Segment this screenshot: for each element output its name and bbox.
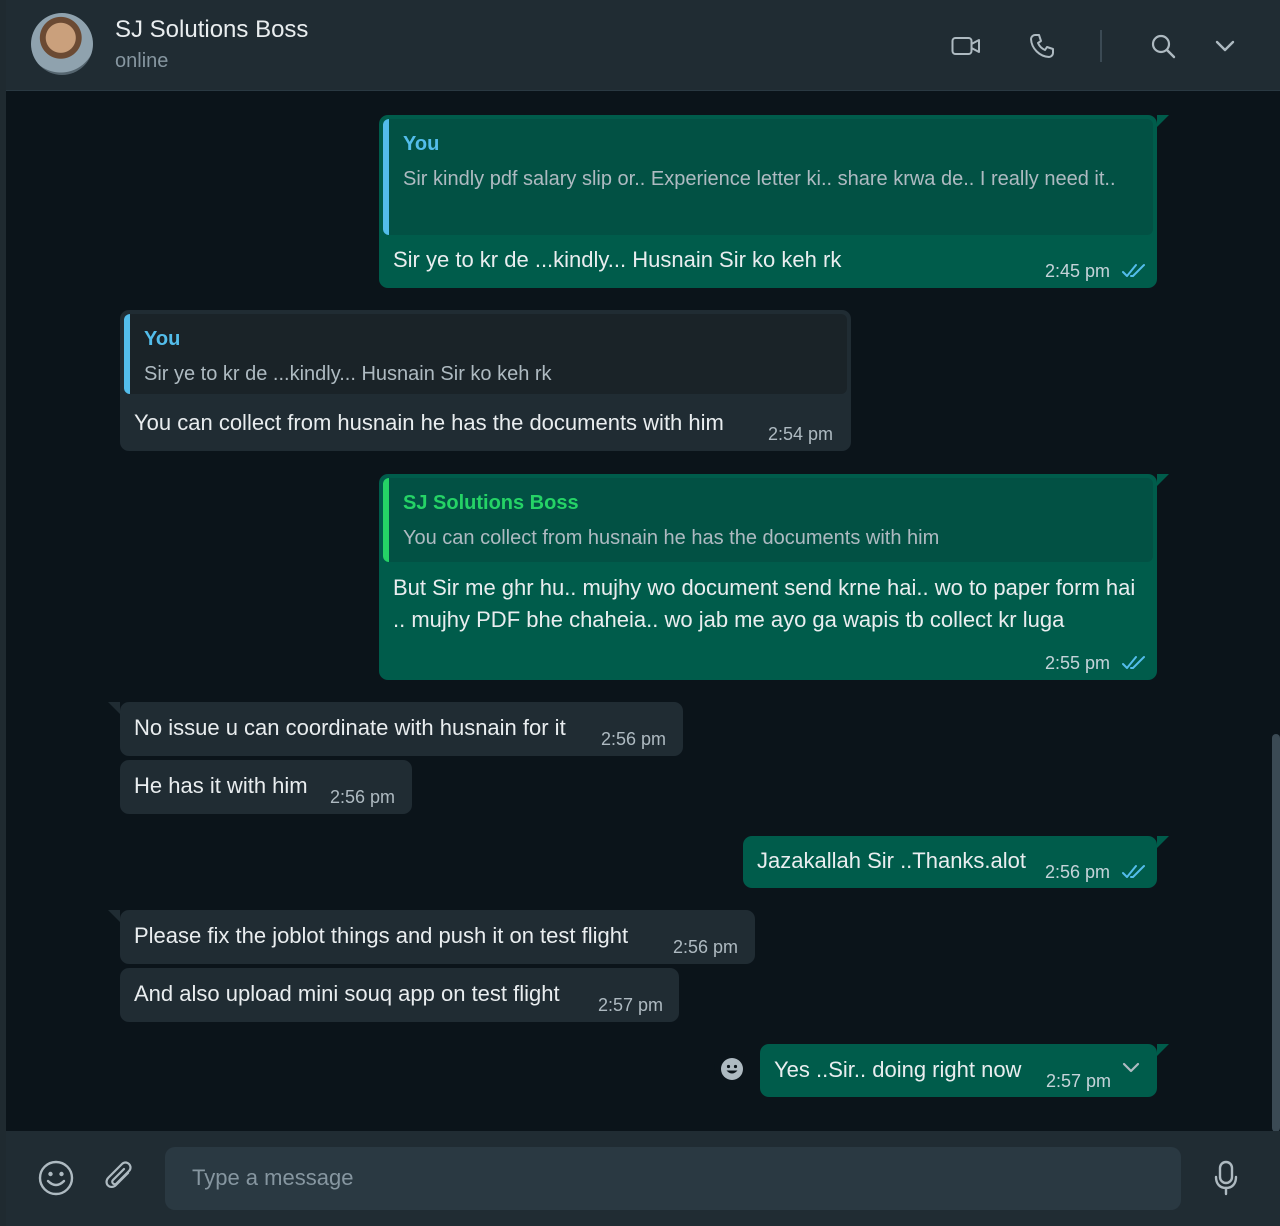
scrollbar[interactable] bbox=[1272, 734, 1280, 1131]
read-ticks-icon bbox=[1122, 865, 1145, 878]
message-bubble-incoming[interactable]: Please fix the joblot things and push it… bbox=[108, 910, 755, 964]
message-bubble-outgoing[interactable]: SJ Solutions Boss You can collect from h… bbox=[379, 474, 1169, 680]
message-bubble-outgoing[interactable]: Yes ..Sir.. doing right now 2:57 pm bbox=[760, 1044, 1169, 1097]
message-text: Yes ..Sir.. doing right now bbox=[774, 1057, 1022, 1082]
message-text: But Sir me ghr hu.. mujhy wo document se… bbox=[393, 575, 1136, 632]
message-time: 2:57 pm bbox=[1046, 1071, 1112, 1091]
message-text: Sir ye to kr de ...kindly... Husnain Sir… bbox=[393, 247, 842, 272]
message-composer: Type a message bbox=[6, 1131, 1280, 1226]
message-bubble-outgoing[interactable]: Jazakallah Sir ..Thanks.alot 2:56 pm bbox=[743, 836, 1169, 888]
header-divider bbox=[1100, 30, 1102, 62]
quote-bar bbox=[124, 314, 130, 394]
quoted-author: You bbox=[403, 133, 440, 155]
message-bubble-incoming[interactable]: No issue u can coordinate with husnain f… bbox=[108, 702, 683, 756]
message-time: 2:56 pm bbox=[673, 937, 739, 957]
message-bubble-incoming[interactable]: He has it with him 2:56 pm bbox=[120, 760, 412, 814]
message-text: No issue u can coordinate with husnain f… bbox=[134, 715, 566, 740]
bubble-tail bbox=[1157, 1044, 1169, 1056]
message-time: 2:57 pm bbox=[598, 995, 664, 1015]
message-text: Please fix the joblot things and push it… bbox=[134, 923, 629, 948]
quoted-message[interactable]: You Sir kindly pdf salary slip or.. Expe… bbox=[383, 119, 1153, 235]
message-bubble-outgoing[interactable]: You Sir kindly pdf salary slip or.. Expe… bbox=[379, 115, 1169, 288]
chat-header[interactable]: SJ Solutions Boss online bbox=[6, 0, 1280, 91]
bubble-tail bbox=[1157, 836, 1169, 848]
message-time: 2:54 pm bbox=[768, 424, 834, 444]
react-emoji-button[interactable] bbox=[714, 1051, 750, 1087]
chat-window: SJ Solutions Boss online You Sir kindly … bbox=[0, 0, 1280, 1226]
message-text: He has it with him bbox=[134, 773, 308, 798]
emoji-icon bbox=[721, 1058, 743, 1080]
microphone-icon[interactable] bbox=[1204, 1156, 1248, 1200]
video-call-icon[interactable] bbox=[946, 26, 986, 66]
bubble-tail bbox=[1157, 115, 1169, 127]
attach-icon[interactable] bbox=[98, 1156, 142, 1200]
message-text: Jazakallah Sir ..Thanks.alot bbox=[757, 848, 1027, 873]
message-time: 2:56 pm bbox=[601, 729, 667, 749]
message-text: You can collect from husnain he has the … bbox=[134, 410, 724, 435]
voice-call-icon[interactable] bbox=[1022, 26, 1062, 66]
contact-name[interactable]: SJ Solutions Boss bbox=[115, 16, 308, 44]
search-icon[interactable] bbox=[1143, 26, 1183, 66]
message-time: 2:56 pm bbox=[330, 787, 396, 807]
bubble-tail bbox=[108, 910, 120, 922]
quote-bar bbox=[383, 119, 389, 235]
avatar[interactable] bbox=[31, 13, 93, 75]
quoted-text: You can collect from husnain he has the … bbox=[403, 527, 940, 549]
quoted-text: Sir ye to kr de ...kindly... Husnain Sir… bbox=[144, 363, 552, 385]
chevron-down-icon[interactable] bbox=[1122, 1062, 1140, 1074]
quoted-author: You bbox=[144, 328, 181, 350]
message-input-placeholder: Type a message bbox=[192, 1165, 354, 1190]
message-list[interactable]: You Sir kindly pdf salary slip or.. Expe… bbox=[6, 91, 1280, 1131]
message-bubble-incoming[interactable]: You Sir ye to kr de ...kindly... Husnain… bbox=[120, 310, 851, 451]
quote-bar bbox=[383, 478, 389, 562]
message-time: 2:45 pm bbox=[1045, 261, 1111, 281]
message-time: 2:56 pm bbox=[1045, 862, 1111, 882]
bubble-tail bbox=[1157, 474, 1169, 486]
emoji-icon[interactable] bbox=[34, 1156, 78, 1200]
quoted-message[interactable]: You Sir ye to kr de ...kindly... Husnain… bbox=[124, 314, 847, 394]
message-text: And also upload mini souq app on test fl… bbox=[134, 981, 560, 1006]
quoted-text: Sir kindly pdf salary slip or.. Experien… bbox=[403, 168, 1116, 190]
contact-status: online bbox=[115, 50, 169, 72]
bubble-tail bbox=[108, 702, 120, 714]
message-time: 2:55 pm bbox=[1045, 653, 1111, 673]
quoted-author: SJ Solutions Boss bbox=[403, 492, 579, 514]
quoted-message[interactable]: SJ Solutions Boss You can collect from h… bbox=[383, 478, 1153, 562]
read-ticks-icon bbox=[1122, 656, 1145, 669]
message-input[interactable]: Type a message bbox=[165, 1147, 1181, 1210]
read-ticks-icon bbox=[1122, 264, 1145, 277]
chevron-down-icon[interactable] bbox=[1205, 26, 1245, 66]
message-bubble-incoming[interactable]: And also upload mini souq app on test fl… bbox=[120, 968, 679, 1022]
